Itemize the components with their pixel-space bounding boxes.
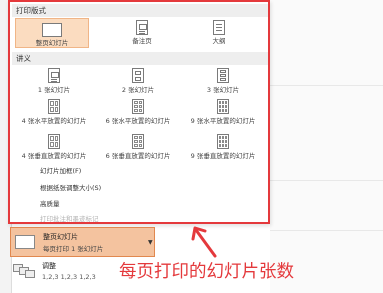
handout-option-label: 4 张垂直放置的幻灯片 [21,152,87,160]
annotation-caption: 每页打印的幻灯片张数 [119,262,294,282]
one-slide-icon [48,68,60,83]
layout-option-label: 备注页 [132,37,152,45]
handout-option-6-vertical[interactable]: 6 张垂直放置的幻灯片 [96,133,180,161]
handout-option-label: 2 张幻灯片 [121,86,155,94]
two-slides-icon [132,68,144,83]
layout-option-notes-page[interactable]: 备注页 [105,18,179,48]
handout-option-3-slides[interactable]: 3 张幻灯片 [180,67,266,95]
four-vertical-icon [48,134,60,149]
notes-page-icon [136,20,148,35]
nine-horizontal-icon [217,99,229,114]
option-print-comments-ink: 打印批注和墨迹标记 [40,215,99,223]
handout-option-2-slides[interactable]: 2 张幻灯片 [96,67,180,95]
nine-vertical-icon [217,134,229,149]
selector-title: 整页幻灯片 [43,233,78,241]
print-layout-dropdown: 打印版式 整页幻灯片 备注页 大纲 讲义 1 张幻灯片 2 张幻灯片 3 张幻灯… [8,0,270,224]
layout-option-label: 整页幻灯片 [35,39,69,47]
option-frame-slides[interactable]: 幻灯片加框(F) [40,167,81,176]
handout-option-label: 3 张幻灯片 [206,86,240,94]
section-header-handouts: 讲义 [12,52,268,65]
handout-option-label: 1 张幻灯片 [37,86,71,94]
handout-option-9-horizontal[interactable]: 9 张水平放置的幻灯片 [180,98,266,126]
handout-option-6-horizontal[interactable]: 6 张水平放置的幻灯片 [96,98,180,126]
layout-option-full-page[interactable]: 整页幻灯片 [15,18,89,48]
handout-option-label: 9 张水平放置的幻灯片 [190,117,256,125]
full-page-slide-icon [42,23,62,37]
layout-option-outline[interactable]: 大纲 [182,18,256,48]
four-horizontal-icon [48,99,60,114]
section-header-print-layout: 打印版式 [12,4,268,17]
dropdown-arrow-icon: ▼ [148,239,153,246]
handout-option-4-vertical[interactable]: 4 张垂直放置的幻灯片 [12,133,96,161]
print-preview-area [270,0,383,293]
collate-title: 调整 [42,262,56,270]
option-scale-to-fit-paper[interactable]: 根据纸张调整大小(S) [40,184,101,193]
three-slides-icon [217,68,229,83]
layout-option-label: 大纲 [212,37,226,45]
option-high-quality[interactable]: 高质量 [40,200,60,209]
handout-option-4-horizontal[interactable]: 4 张水平放置的幻灯片 [12,98,96,126]
six-vertical-icon [132,134,144,149]
print-layout-selector[interactable]: 整页幻灯片 每页打印 1 张幻灯片 ▼ [10,227,155,257]
collate-icon [13,264,35,278]
six-horizontal-icon [132,99,144,114]
handout-option-label: 6 张垂直放置的幻灯片 [105,152,171,160]
handout-option-9-vertical[interactable]: 9 张垂直放置的幻灯片 [180,133,266,161]
handout-option-label: 9 张垂直放置的幻灯片 [190,152,256,160]
selector-subtitle: 每页打印 1 张幻灯片 [43,245,104,253]
handout-option-1-slide[interactable]: 1 张幻灯片 [12,67,96,95]
outline-icon [213,20,225,35]
full-page-slide-icon [15,235,35,249]
handout-option-label: 4 张水平放置的幻灯片 [21,117,87,125]
handout-option-label: 6 张水平放置的幻灯片 [105,117,171,125]
collate-subtitle: 1,2,3 1,2,3 1,2,3 [42,273,96,281]
